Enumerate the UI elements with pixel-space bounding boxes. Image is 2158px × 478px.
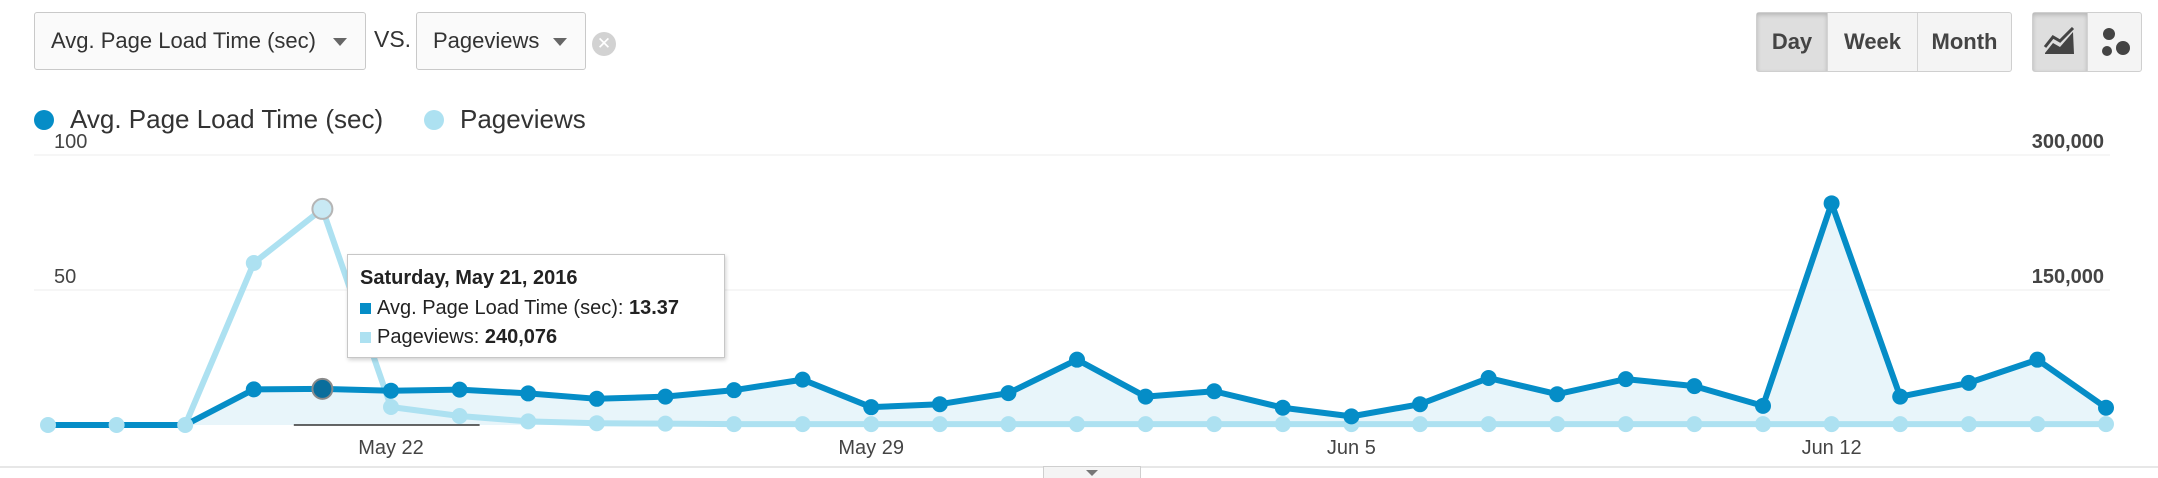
series-2-point[interactable] <box>1137 416 1154 433</box>
series-1-point[interactable] <box>863 399 880 416</box>
series-2-point[interactable] <box>108 417 125 433</box>
series-2-point[interactable] <box>2098 416 2114 433</box>
line-chart: 100 50 300,000 150,000 May 22 May 29 Jun 5 Jun … <box>0 131 2158 468</box>
tooltip-series-2-label: Pageviews: <box>377 326 480 348</box>
series-2-point[interactable] <box>1960 416 1977 433</box>
tooltip-series-1-value: 13.37 <box>629 297 680 319</box>
series-2-point[interactable] <box>383 399 399 415</box>
series-2-point[interactable] <box>1412 416 1428 433</box>
tooltip-series-1-label: Avg. Page Load Time (sec): <box>377 297 624 319</box>
series-2-point[interactable] <box>451 408 468 424</box>
series-2-point[interactable] <box>1274 416 1291 433</box>
series-1-point[interactable] <box>1686 378 1703 395</box>
series-2-point[interactable] <box>726 416 742 433</box>
right-axis-tick-label: 300,000 <box>2032 131 2104 153</box>
left-axis-tick-label: 100 <box>54 131 87 153</box>
series-1-point[interactable] <box>794 371 811 388</box>
x-axis-tick-label: May 22 <box>358 437 424 459</box>
series-1-point[interactable] <box>1412 396 1428 413</box>
tooltip-swatch-series-2 <box>360 332 371 343</box>
series-2-point[interactable] <box>1823 416 1840 433</box>
series-1-point[interactable] <box>1137 388 1154 405</box>
series-1-point[interactable] <box>1274 399 1291 416</box>
series-1-point[interactable] <box>1617 371 1634 388</box>
series-2-point[interactable] <box>1480 416 1497 433</box>
series-1-point[interactable] <box>1960 374 1977 391</box>
series-1-point[interactable] <box>2029 351 2046 368</box>
series-1-point[interactable] <box>2098 399 2114 416</box>
series-2-point[interactable] <box>1686 416 1703 433</box>
series-2-point[interactable] <box>40 417 56 433</box>
chevron-down-icon <box>1086 470 1098 476</box>
series-1-point[interactable] <box>1343 408 1360 425</box>
tooltip-date: Saturday, May 21, 2016 <box>360 267 578 289</box>
series-1-point[interactable] <box>588 390 605 407</box>
series-2-point[interactable] <box>588 415 605 432</box>
series-2-highlight-point[interactable] <box>311 197 334 220</box>
tooltip-row-series-2: Pageviews: 240,076 <box>360 323 724 352</box>
series-2-point[interactable] <box>931 416 948 433</box>
series-1-point[interactable] <box>1892 388 1909 405</box>
series-2-point[interactable] <box>794 416 811 433</box>
data-tooltip: Saturday, May 21, 2016 Avg. Page Load Ti… <box>347 254 725 358</box>
tooltip-swatch-series-1 <box>360 303 371 314</box>
series-2-point[interactable] <box>1617 416 1634 433</box>
series-1-point[interactable] <box>1069 351 1085 368</box>
series-1-point[interactable] <box>383 382 399 399</box>
x-axis-tick-label: Jun 5 <box>1327 437 1376 459</box>
series-2-point[interactable] <box>1549 416 1566 433</box>
series-2-point[interactable] <box>1000 416 1017 433</box>
left-axis-tick-label: 50 <box>54 266 76 288</box>
series-1-point[interactable] <box>245 381 262 398</box>
series-1-point[interactable] <box>1480 370 1497 387</box>
expand-chart-handle[interactable] <box>1043 466 1141 478</box>
series-2-point[interactable] <box>863 416 880 433</box>
series-2-point[interactable] <box>520 413 537 430</box>
x-axis-tick-label: May 29 <box>838 437 904 459</box>
series-2-point[interactable] <box>1206 416 1223 433</box>
series-2-point[interactable] <box>1892 416 1909 433</box>
series-2-point[interactable] <box>657 415 674 432</box>
series-2-point[interactable] <box>177 417 194 433</box>
series-1-point[interactable] <box>726 382 742 399</box>
series-2-point[interactable] <box>1755 416 1771 433</box>
series-1-point[interactable] <box>1206 383 1223 400</box>
series-1-highlight-point[interactable] <box>311 377 334 400</box>
series-2-point[interactable] <box>2029 416 2046 433</box>
series-1-point[interactable] <box>1000 385 1017 402</box>
series-1-point[interactable] <box>931 396 948 413</box>
series-1-point[interactable] <box>520 385 537 402</box>
series-1-point[interactable] <box>1549 386 1566 403</box>
series-2-point[interactable] <box>1069 416 1085 433</box>
right-axis-tick-label: 150,000 <box>2032 266 2104 288</box>
tooltip-series-2-value: 240,076 <box>484 326 558 348</box>
x-axis-tick-label: Jun 12 <box>1802 437 1862 459</box>
series-1-point[interactable] <box>1823 195 1840 212</box>
series-1-point[interactable] <box>657 388 674 405</box>
series-1-point[interactable] <box>1755 397 1771 414</box>
tooltip-row-series-1: Avg. Page Load Time (sec): 13.37 <box>360 294 724 323</box>
series-2-point[interactable] <box>245 255 262 271</box>
series-1-point[interactable] <box>451 381 468 398</box>
